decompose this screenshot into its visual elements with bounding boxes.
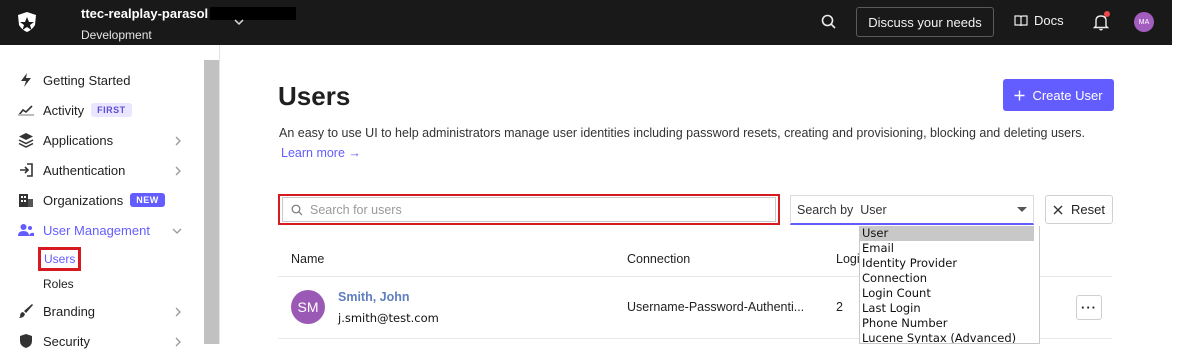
search-field[interactable] xyxy=(282,197,776,222)
sidebar-scrollbar[interactable] xyxy=(204,60,219,344)
create-user-label: Create User xyxy=(1032,87,1103,103)
top-bar: ttec-realplay-parasol Development Discus… xyxy=(0,0,1172,45)
search-by-dropdown: User Email Identity Provider Connection … xyxy=(859,226,1040,344)
sidebar-divider xyxy=(219,45,220,344)
first-badge: FIRST xyxy=(91,103,132,117)
window-edge xyxy=(1172,0,1191,344)
column-header-connection[interactable]: Connection xyxy=(627,252,690,266)
search-by-label: Search by xyxy=(797,202,854,217)
plus-icon xyxy=(1014,90,1025,100)
lightning-icon xyxy=(18,72,34,88)
auth0-logo-icon[interactable] xyxy=(16,11,38,33)
chevron-right-icon xyxy=(175,337,181,347)
sidebar-item-activity[interactable]: Activity FIRST xyxy=(18,102,132,118)
sidebar-item-getting-started[interactable]: Getting Started xyxy=(18,72,130,88)
page-description: An easy to use UI to help administrators… xyxy=(279,126,1086,140)
dropdown-option[interactable]: Connection xyxy=(860,271,1039,286)
reset-button[interactable]: Reset xyxy=(1045,195,1113,224)
docs-link[interactable]: Docs xyxy=(1014,13,1064,28)
highlight-box xyxy=(38,247,81,271)
dropdown-option[interactable]: Login Count xyxy=(860,286,1039,301)
search-by-value: User xyxy=(860,202,887,217)
tenant-environment: Development xyxy=(81,28,152,42)
docs-label: Docs xyxy=(1034,13,1064,28)
page-title: Users xyxy=(278,81,351,111)
sidebar-item-user-management[interactable]: User Management xyxy=(18,222,150,238)
building-icon xyxy=(18,192,34,208)
sidebar-item-label: Security xyxy=(43,333,90,349)
reset-label: Reset xyxy=(1071,202,1105,217)
column-header-logins[interactable]: Logi xyxy=(836,252,860,266)
dropdown-option[interactable]: Phone Number xyxy=(860,316,1039,331)
user-logins: 2 xyxy=(836,300,843,314)
redacted-block xyxy=(210,7,297,21)
chevron-right-icon xyxy=(175,166,181,176)
sidebar-subitem-roles[interactable]: Roles xyxy=(43,277,74,291)
dropdown-option[interactable]: Email xyxy=(860,241,1039,256)
avatar: SM xyxy=(291,290,325,324)
row-actions-button[interactable]: ··· xyxy=(1076,295,1102,320)
dropdown-option[interactable]: Identity Provider xyxy=(860,256,1039,271)
layers-icon xyxy=(18,132,34,148)
sidebar-item-security[interactable]: Security xyxy=(18,333,90,349)
search-by-select[interactable]: Search by User xyxy=(790,195,1034,225)
sidebar-item-label: Getting Started xyxy=(43,72,131,88)
user-email: j.smith@test.com xyxy=(338,311,439,325)
column-header-name[interactable]: Name xyxy=(291,252,324,266)
arrow-login-icon xyxy=(18,162,34,178)
users-icon xyxy=(18,222,34,238)
sidebar-item-label: Applications xyxy=(43,132,114,148)
tenant-switcher[interactable]: ttec-realplay-parasol Development xyxy=(81,5,297,42)
sidebar-item-label: Activity xyxy=(43,102,85,118)
new-badge: NEW xyxy=(130,193,165,207)
notification-dot xyxy=(1104,11,1110,17)
sidebar-item-label: Organizations xyxy=(43,192,124,208)
sidebar-item-authentication[interactable]: Authentication xyxy=(18,162,125,178)
dropdown-option[interactable]: Last Login xyxy=(860,301,1039,316)
create-user-button[interactable]: Create User xyxy=(1003,79,1114,111)
search-input[interactable] xyxy=(310,202,750,217)
dropdown-option[interactable]: User xyxy=(860,226,1034,241)
shield-icon xyxy=(18,333,34,349)
sidebar-item-label: Branding xyxy=(43,303,96,319)
chevron-right-icon xyxy=(175,136,181,146)
sidebar-item-label: Authentication xyxy=(43,162,126,178)
chevron-right-icon xyxy=(175,307,181,317)
sidebar-item-branding[interactable]: Branding xyxy=(18,303,95,319)
book-icon xyxy=(1014,14,1028,26)
learn-more-link[interactable]: Learn more → xyxy=(281,146,361,160)
chevron-down-icon xyxy=(172,228,182,234)
activity-chart-icon xyxy=(18,102,34,118)
discuss-needs-button[interactable]: Discuss your needs xyxy=(856,7,994,37)
brush-icon xyxy=(18,303,34,319)
user-connection: Username-Password-Authenti... xyxy=(627,300,805,314)
search-icon xyxy=(291,204,303,215)
tenant-name: ttec-realplay-parasol xyxy=(81,6,209,21)
dropdown-option[interactable]: Lucene Syntax (Advanced) xyxy=(860,331,1039,343)
chevron-down-icon[interactable] xyxy=(233,16,245,28)
sidebar-item-organizations[interactable]: Organizations NEW xyxy=(18,192,165,208)
user-name-link[interactable]: Smith, John xyxy=(338,290,410,304)
sidebar-item-label: User Management xyxy=(43,222,150,238)
sidebar-item-applications[interactable]: Applications xyxy=(18,132,113,148)
caret-down-icon xyxy=(1017,207,1027,212)
user-avatar[interactable]: MA xyxy=(1134,12,1154,32)
close-icon xyxy=(1053,205,1063,214)
search-icon[interactable] xyxy=(820,13,838,31)
